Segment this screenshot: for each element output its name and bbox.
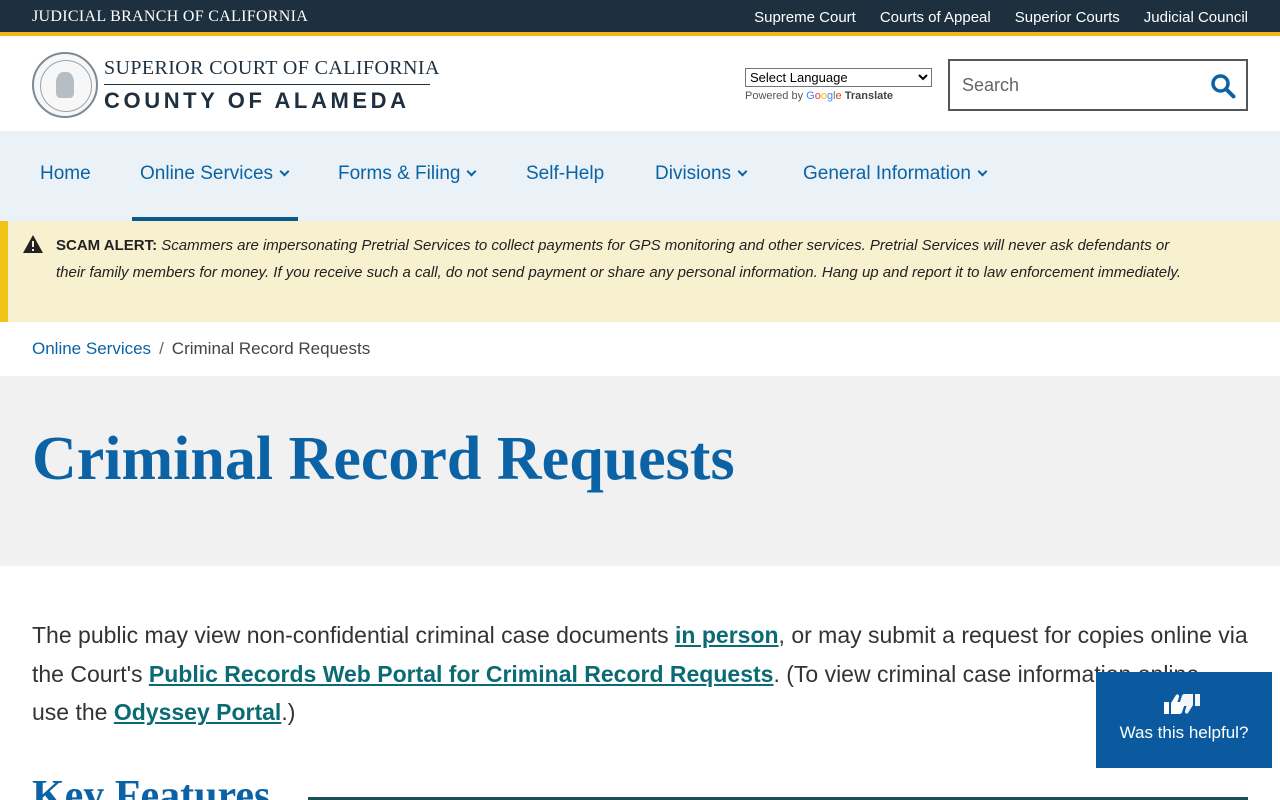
search-box bbox=[948, 59, 1248, 111]
nav-general-information-label: General Information bbox=[803, 163, 971, 184]
utility-bar: JUDICIAL BRANCH OF CALIFORNIA Supreme Co… bbox=[0, 0, 1280, 36]
language-selector[interactable]: Select Language bbox=[745, 68, 932, 87]
warning-icon bbox=[23, 235, 43, 253]
alert-label: SCAM ALERT: bbox=[56, 237, 158, 254]
public-records-portal-link[interactable]: Public Records Web Portal for Criminal R… bbox=[149, 661, 774, 687]
breadcrumb: Online Services / Criminal Record Requests bbox=[32, 339, 370, 359]
chevron-down-icon bbox=[467, 166, 477, 177]
powered-by-label: Powered by bbox=[745, 90, 804, 102]
alert-body: Scammers are impersonating Pretrial Serv… bbox=[56, 237, 1181, 281]
intro-paragraph: The public may view non-confidential cri… bbox=[32, 616, 1248, 732]
nav-online-services[interactable]: Online Services bbox=[140, 163, 290, 185]
page-title-band: Criminal Record Requests bbox=[0, 376, 1280, 566]
nav-general-information[interactable]: General Information bbox=[803, 163, 988, 185]
court-name-line1[interactable]: SUPERIOR COURT OF CALIFORNIA bbox=[104, 57, 440, 80]
chevron-down-icon bbox=[279, 166, 290, 177]
alert-message: SCAM ALERT: Scammers are impersonating P… bbox=[56, 232, 1196, 286]
odyssey-portal-link[interactable]: Odyssey Portal bbox=[114, 699, 281, 725]
nav-online-services-label: Online Services bbox=[140, 163, 274, 184]
scam-alert-banner: SCAM ALERT: Scammers are impersonating P… bbox=[0, 221, 1280, 322]
breadcrumb-online-services[interactable]: Online Services bbox=[32, 339, 151, 358]
court-name-line2[interactable]: COUNTY OF ALAMEDA bbox=[104, 88, 410, 114]
breadcrumb-current: Criminal Record Requests bbox=[171, 339, 371, 358]
link-superior-courts[interactable]: Superior Courts bbox=[1015, 9, 1120, 26]
chevron-down-icon bbox=[977, 166, 988, 177]
link-supreme-court[interactable]: Supreme Court bbox=[754, 9, 856, 26]
powered-by-google: Powered by Google Translate bbox=[745, 90, 893, 102]
main-nav: Home Online Services Forms & Filing Self… bbox=[0, 131, 1280, 221]
translate-label: Translate bbox=[844, 90, 894, 102]
in-person-link[interactable]: in person bbox=[675, 622, 779, 648]
nav-home-label: Home bbox=[40, 163, 91, 184]
breadcrumb-separator: / bbox=[159, 339, 164, 358]
link-judicial-council[interactable]: Judicial Council bbox=[1144, 9, 1248, 26]
page-title: Criminal Record Requests bbox=[32, 425, 735, 493]
intro-text: The public may view non-confidential cri… bbox=[32, 622, 676, 648]
search-input[interactable] bbox=[962, 74, 1202, 96]
chevron-down-icon bbox=[737, 166, 748, 177]
nav-self-help-label: Self-Help bbox=[526, 163, 605, 184]
search-icon[interactable] bbox=[1210, 73, 1236, 99]
nav-forms-filing[interactable]: Forms & Filing bbox=[338, 163, 477, 185]
helpful-label: Was this helpful? bbox=[1119, 723, 1249, 742]
nav-home[interactable]: Home bbox=[40, 163, 91, 185]
intro-text: .) bbox=[281, 699, 296, 725]
key-features-heading: Key Features bbox=[32, 773, 271, 800]
thumbs-up-down-icon bbox=[1164, 694, 1200, 714]
google-logo[interactable]: Google bbox=[806, 90, 842, 102]
link-courts-of-appeal[interactable]: Courts of Appeal bbox=[880, 9, 991, 26]
logo-divider bbox=[104, 84, 430, 85]
was-this-helpful-button[interactable]: Was this helpful? bbox=[1096, 672, 1272, 768]
nav-divisions-label: Divisions bbox=[655, 163, 732, 184]
language-select[interactable]: Select Language bbox=[745, 68, 932, 87]
nav-self-help[interactable]: Self-Help bbox=[526, 163, 604, 185]
judicial-branch-title: JUDICIAL BRANCH OF CALIFORNIA bbox=[32, 8, 309, 25]
site-header: SUPERIOR COURT OF CALIFORNIA COUNTY OF A… bbox=[0, 40, 1280, 131]
court-seal-logo[interactable] bbox=[32, 52, 98, 118]
utility-links: Supreme Court Courts of Appeal Superior … bbox=[754, 9, 1248, 26]
nav-divisions[interactable]: Divisions bbox=[655, 163, 748, 185]
nav-forms-filing-label: Forms & Filing bbox=[338, 163, 461, 184]
